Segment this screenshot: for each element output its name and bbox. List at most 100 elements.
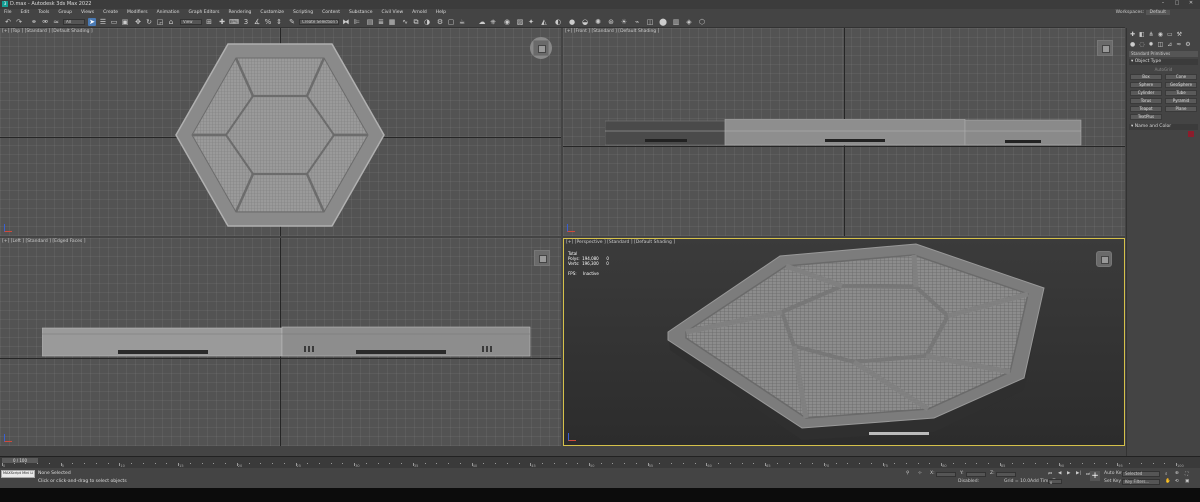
move-icon[interactable]: ✥: [134, 18, 142, 26]
render-production-icon[interactable]: ☕: [458, 18, 466, 26]
toggle-scene-explorer-icon[interactable]: ▤: [366, 18, 374, 26]
maxscript-listener[interactable]: MAXScript Mini Li: [1, 470, 35, 478]
go-to-start-icon[interactable]: ⏮: [1048, 471, 1052, 477]
viewcube-left[interactable]: [534, 250, 550, 266]
coordinate-mode-icon[interactable]: ⊹: [918, 471, 922, 476]
edit-named-selection-icon[interactable]: ✎: [288, 18, 296, 26]
next-frame-icon[interactable]: ▶|: [1076, 471, 1081, 476]
align-icon[interactable]: ⊫: [353, 18, 361, 26]
cylinder-button[interactable]: Cylinder: [1130, 90, 1162, 96]
zoom-extents-icon[interactable]: ⛶: [1185, 471, 1188, 477]
menu-scripting[interactable]: Scripting: [293, 10, 313, 15]
create-tab-icon[interactable]: ✚: [1130, 31, 1135, 38]
maximize-viewport-icon[interactable]: ▣: [1185, 479, 1189, 484]
viewport-front[interactable]: [+] [Front ] [Standard ] [Default Shadin…: [563, 28, 1125, 236]
geometry-icon[interactable]: ●: [1130, 41, 1135, 48]
adaptive-degradation-toggle[interactable]: Disabled:: [958, 479, 979, 484]
lights-icon[interactable]: ✹: [1149, 41, 1154, 48]
textplus-button[interactable]: TextPlus: [1130, 114, 1162, 120]
substance-icon[interactable]: ◭: [540, 18, 548, 26]
pyramid-button[interactable]: Pyramid: [1165, 98, 1197, 104]
arnold-light-icon[interactable]: ✦: [527, 18, 535, 26]
hexagon-floor-perspective-view[interactable]: [664, 242, 1054, 446]
viewport-shading-icon[interactable]: ◐: [554, 18, 562, 26]
menu-tools[interactable]: Tools: [38, 10, 49, 15]
utilities-tab-icon[interactable]: ⚒: [1177, 31, 1182, 38]
arnold-camera-icon[interactable]: ⌁: [633, 18, 641, 26]
play-icon[interactable]: ▶: [1067, 471, 1070, 476]
object-type-rollout[interactable]: ▾ Object Type: [1129, 59, 1198, 65]
hexagon-floor-top-view[interactable]: [170, 40, 390, 230]
key-filters-button[interactable]: Key Filters...: [1122, 479, 1160, 485]
z-coordinate-field[interactable]: [996, 472, 1016, 477]
current-frame-field[interactable]: 0: [1048, 479, 1062, 485]
viewport-top-label[interactable]: [+] [Top ] [Standard ] [Default Shading …: [2, 29, 93, 34]
skydome-light-icon[interactable]: ◒: [581, 18, 589, 26]
menu-customize[interactable]: Customize: [260, 10, 284, 15]
rectangle-selection-icon[interactable]: ▭: [110, 18, 118, 26]
arnold-render-view-icon[interactable]: ▨: [516, 18, 524, 26]
select-by-name-icon[interactable]: ☰: [99, 18, 107, 26]
box-button[interactable]: Box: [1130, 74, 1162, 80]
zoom-all-icon[interactable]: ⊕: [1175, 471, 1179, 476]
app-icon[interactable]: 3: [2, 1, 8, 7]
rotate-icon[interactable]: ↻: [145, 18, 153, 26]
keyboard-shortcut-override-icon[interactable]: ⌨: [229, 18, 239, 26]
snaps-toggle-icon[interactable]: 3: [242, 18, 250, 26]
render-in-cloud-icon[interactable]: ☁: [478, 18, 486, 26]
set-key-button[interactable]: Set Key: [1104, 479, 1121, 484]
toggle-ribbon-icon[interactable]: ▦: [388, 18, 396, 26]
close-button[interactable]: ✕: [1184, 0, 1198, 6]
bind-space-warp-icon[interactable]: ≈: [52, 18, 60, 26]
photometric-light-icon[interactable]: ☀: [620, 18, 628, 26]
menu-animation[interactable]: Animation: [157, 10, 180, 15]
menu-modifiers[interactable]: Modifiers: [127, 10, 148, 15]
motion-tab-icon[interactable]: ◉: [1158, 31, 1163, 38]
geosphere-button[interactable]: GeoSphere: [1165, 82, 1197, 88]
viewcube-perspective[interactable]: [1096, 251, 1112, 267]
orbit-icon[interactable]: ⟲: [1175, 479, 1179, 484]
viewport-left[interactable]: [+] [Left ] [Standard ] [Edged Faces ]: [0, 238, 561, 446]
maximize-button[interactable]: □: [1170, 0, 1184, 6]
torus-button[interactable]: Torus: [1130, 98, 1162, 104]
menu-content[interactable]: Content: [322, 10, 340, 15]
pivot-center-icon[interactable]: ⊞: [205, 18, 213, 26]
window-crossing-icon[interactable]: ▣: [121, 18, 129, 26]
spot-light-icon[interactable]: ⊛: [607, 18, 615, 26]
viewport-left-label[interactable]: [+] [Left ] [Standard ] [Edged Faces ]: [2, 239, 85, 244]
systems-icon[interactable]: ⚙: [1185, 41, 1190, 48]
menu-edit[interactable]: Edit: [21, 10, 30, 15]
reference-coordinate-dropdown[interactable]: View: [180, 19, 202, 25]
viewport-front-label[interactable]: [+] [Front ] [Standard ] [Default Shadin…: [565, 29, 659, 34]
space-warps-icon[interactable]: ≈: [1176, 41, 1181, 48]
arnold-render-icon[interactable]: ◉: [503, 18, 511, 26]
modify-tab-icon[interactable]: ◧: [1139, 31, 1145, 38]
standard-surface-icon[interactable]: ⬤: [659, 18, 667, 26]
placement-icon[interactable]: ⌂: [167, 18, 175, 26]
display-tab-icon[interactable]: ▭: [1167, 31, 1173, 38]
key-mode-dropdown[interactable]: Selected: [1122, 471, 1160, 477]
rendered-frame-window-icon[interactable]: ▢: [447, 18, 455, 26]
workspace-value[interactable]: Default: [1145, 10, 1170, 15]
render-setup-icon[interactable]: ⚙: [436, 18, 444, 26]
arnold-operator-icon[interactable]: ⬡: [698, 18, 706, 26]
undo-icon[interactable]: ↶: [4, 18, 12, 26]
schematic-view-icon[interactable]: ⧉: [412, 18, 420, 26]
shapes-icon[interactable]: ◌: [1139, 41, 1144, 48]
select-manipulate-icon[interactable]: ✚: [218, 18, 226, 26]
zoom-icon[interactable]: ⌕: [1165, 471, 1168, 477]
percent-snap-icon[interactable]: %: [264, 18, 272, 26]
menu-help[interactable]: Help: [436, 10, 446, 15]
isolate-icon[interactable]: ⚲: [906, 471, 909, 476]
angle-snap-icon[interactable]: ∡: [253, 18, 261, 26]
mirror-icon[interactable]: ⧓: [342, 18, 350, 26]
curve-editor-icon[interactable]: ∿: [401, 18, 409, 26]
pan-icon[interactable]: ✋: [1165, 479, 1171, 484]
menu-civil-view[interactable]: Civil View: [382, 10, 404, 15]
scale-icon[interactable]: ◲: [156, 18, 164, 26]
object-color-swatch[interactable]: [1188, 131, 1194, 137]
viewcube-front[interactable]: [1097, 40, 1113, 56]
menu-arnold[interactable]: Arnold: [412, 10, 427, 15]
named-selection-set-dropdown[interactable]: Create Selection Se: [299, 19, 339, 25]
menu-create[interactable]: Create: [103, 10, 118, 15]
